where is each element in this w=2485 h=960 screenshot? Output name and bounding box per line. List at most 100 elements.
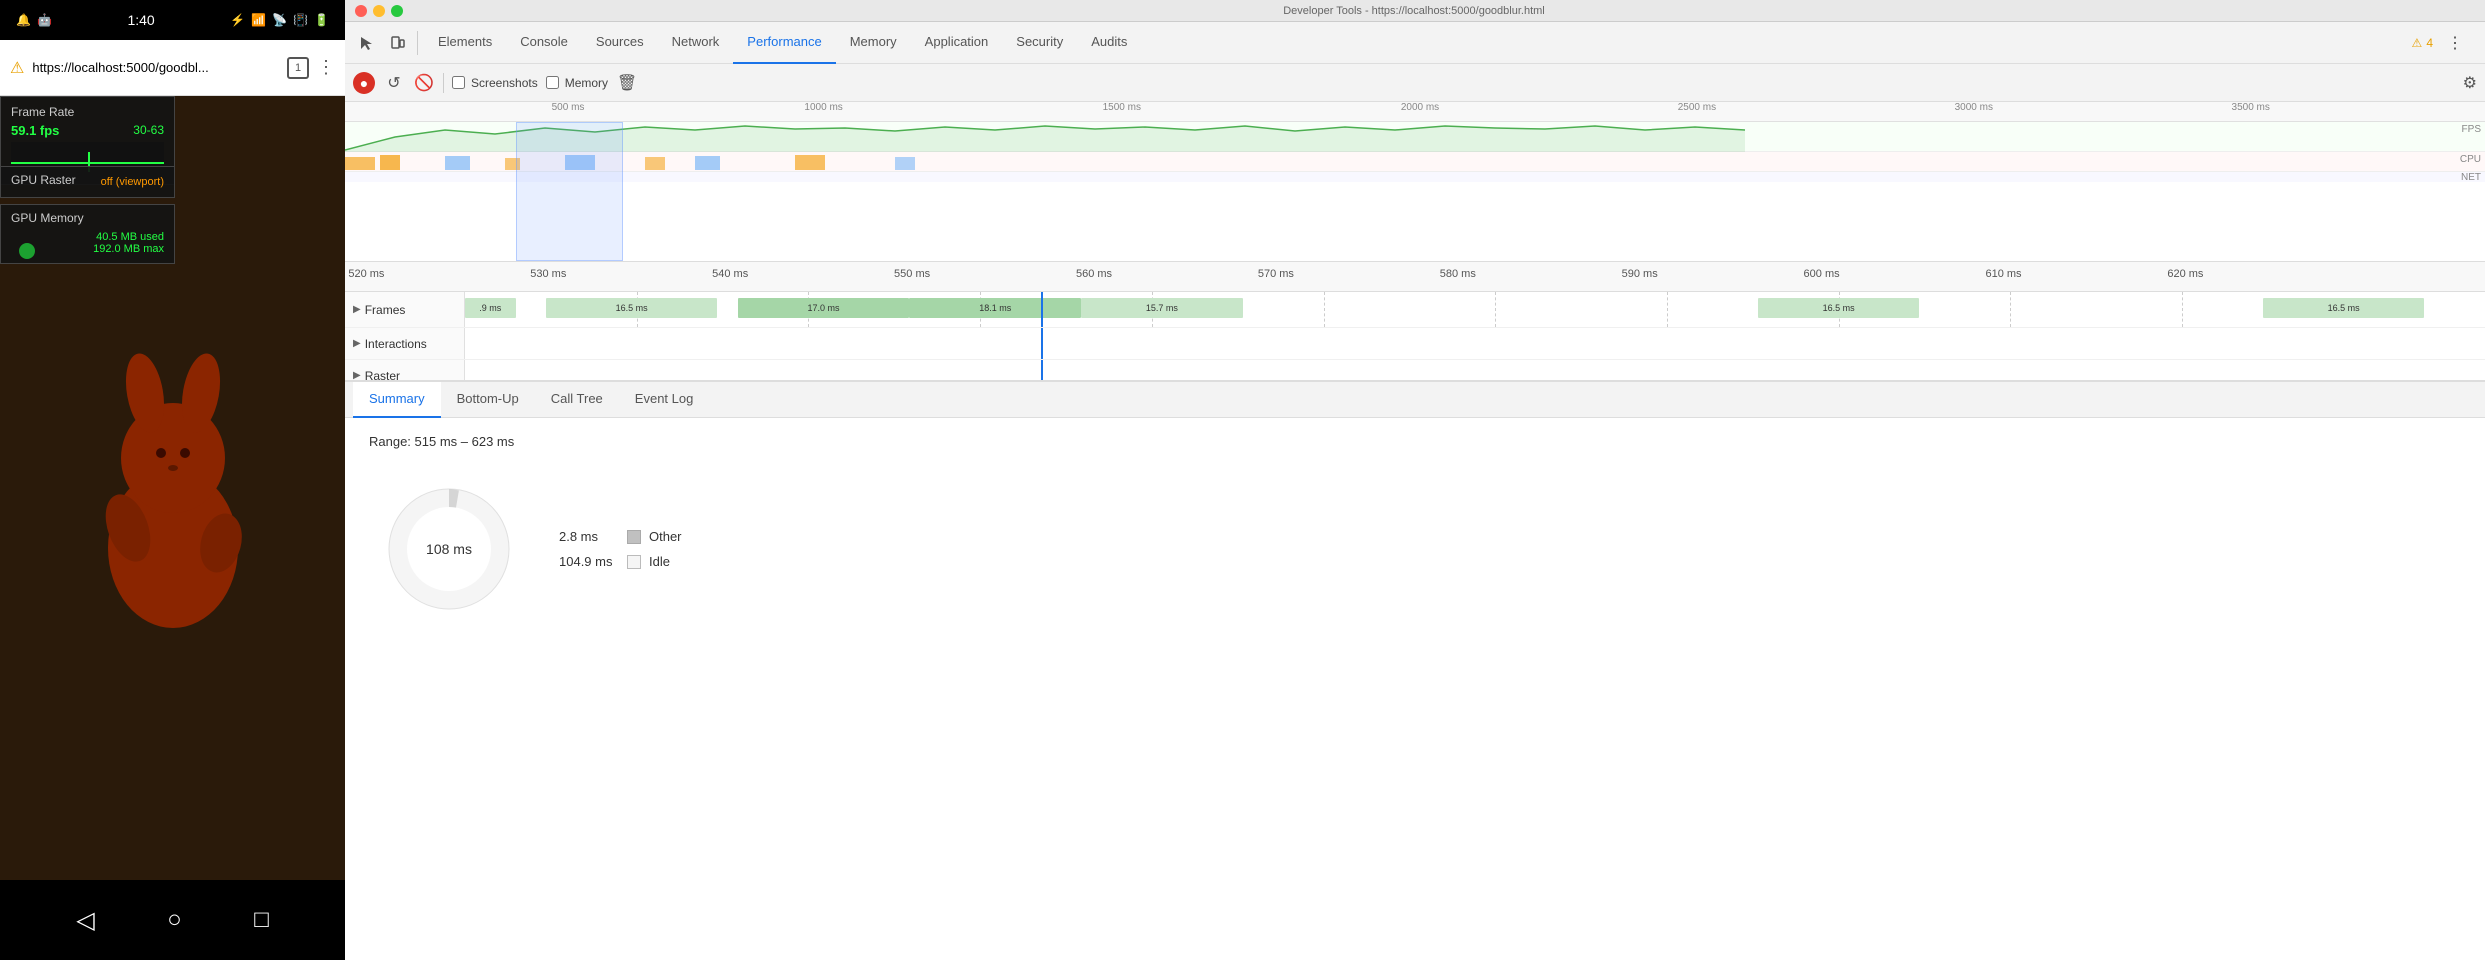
frame-block-4[interactable]: 18.1 ms [909, 298, 1081, 318]
android-icon: 🤖 [37, 13, 52, 27]
frames-expand-icon[interactable]: ▶ [353, 304, 361, 315]
frame-block-7[interactable]: 16.5 ms [2263, 298, 2425, 318]
devtools-panel: Developer Tools - https://localhost:5000… [345, 0, 2485, 960]
detail-ruler-labels: 520 ms 530 ms 540 ms 550 ms 560 ms 570 m… [345, 262, 2485, 291]
devtools-toolbar: Elements Console Sources Network Perform… [345, 22, 2485, 64]
nfc-icon: 📳 [293, 13, 308, 27]
other-swatch [627, 530, 641, 544]
ruler-label-1500: 1500 ms [1103, 102, 1141, 113]
recents-button[interactable]: □ [254, 906, 269, 934]
other-label: Other [649, 529, 682, 544]
summary-content: Range: 515 ms – 623 ms [369, 434, 2461, 629]
interactions-cursor [1041, 328, 1043, 359]
timeline-selection[interactable] [516, 122, 623, 261]
ruler-label-3000: 3000 ms [1955, 102, 1993, 113]
tab-memory[interactable]: Memory [836, 22, 911, 64]
ruler-label-2500: 2500 ms [1678, 102, 1716, 113]
tab-event-log[interactable]: Event Log [619, 382, 710, 418]
ruler-label-3500: 3500 ms [2232, 102, 2270, 113]
frame-block-2[interactable]: 16.5 ms [546, 298, 718, 318]
detail-label-520: 520 ms [348, 268, 384, 280]
tab-elements[interactable]: Elements [424, 22, 506, 64]
interactions-expand-icon[interactable]: ▶ [353, 338, 361, 349]
detail-label-560: 560 ms [1076, 268, 1112, 280]
tab-call-tree[interactable]: Call Tree [535, 382, 619, 418]
screenshots-checkbox-group[interactable]: Screenshots [452, 76, 538, 90]
phone-url[interactable]: https://localhost:5000/goodbl... [32, 60, 279, 75]
legend-item-idle: 104.9 ms Idle [559, 554, 682, 569]
phone-address-bar: ⚠ https://localhost:5000/goodbl... 1 ⋮ [0, 40, 345, 96]
pie-chart: 108 ms [369, 469, 529, 629]
net-track: NET [345, 172, 2485, 182]
tab-console[interactable]: Console [506, 22, 582, 64]
tab-application[interactable]: Application [911, 22, 1003, 64]
memory-label: Memory [565, 76, 608, 90]
raster-expand-icon[interactable]: ▶ [353, 370, 361, 380]
tab-bottom-up[interactable]: Bottom-Up [441, 382, 535, 418]
phone-nav-bar: ◁ ○ □ [0, 880, 345, 960]
maximize-traffic-light[interactable] [391, 5, 403, 17]
memory-checkbox[interactable] [546, 76, 559, 89]
reload-record-button[interactable]: ↺ [383, 72, 405, 94]
bluetooth-icon: ⚡ [230, 13, 245, 27]
interactions-track-row: ▶ Interactions [345, 328, 2485, 360]
grid-line-5 [1324, 292, 1325, 327]
device-mode-button[interactable] [383, 29, 411, 57]
clear-button[interactable]: 🚫 [413, 72, 435, 94]
perf-toolbar: ● ↺ 🚫 Screenshots Memory 🗑 ⚙ [345, 64, 2485, 102]
home-button[interactable]: ○ [167, 906, 182, 934]
frame-block-5[interactable]: 15.7 ms [1081, 298, 1243, 318]
minimize-traffic-light[interactable] [373, 5, 385, 17]
ruler-label-2000: 2000 ms [1401, 102, 1439, 113]
gpu-raster-status: off (viewport) [101, 176, 164, 188]
detail-label-530: 530 ms [530, 268, 566, 280]
devtools-titlebar: Developer Tools - https://localhost:5000… [345, 0, 2485, 22]
frame-block-3[interactable]: 17.0 ms [738, 298, 910, 318]
notification-icon: 🔔 [16, 13, 31, 27]
pie-container: 108 ms 2.8 ms Other 104.9 ms [369, 469, 2461, 629]
timeline-ruler: 500 ms 1000 ms 1500 ms 2000 ms 2500 ms 3… [345, 102, 2485, 122]
net-track-label: NET [2461, 172, 2481, 183]
detail-timeline: 520 ms 530 ms 540 ms 550 ms 560 ms 570 m… [345, 262, 2485, 380]
warning-count: 4 [2426, 36, 2433, 50]
frame-block-1[interactable]: .9 ms [465, 298, 516, 318]
idle-value: 104.9 ms [559, 554, 619, 569]
bottom-tabs: Summary Bottom-Up Call Tree Event Log [345, 382, 2485, 418]
perf-settings-button[interactable]: ⚙ [2463, 73, 2477, 93]
bunny-image [73, 313, 273, 663]
tab-sources[interactable]: Sources [582, 22, 658, 64]
dock-button[interactable]: ⋮ [2441, 29, 2469, 57]
tab-summary[interactable]: Summary [353, 382, 441, 418]
pie-legend: 2.8 ms Other 104.9 ms Idle [559, 529, 682, 569]
gpu-memory-overlay: GPU Memory 40.5 MB used 192.0 MB max [0, 204, 175, 264]
phone-viewport: Frame Rate 59.1 fps 30-63 GPU Raster off… [0, 96, 345, 880]
toolbar-tabs: Elements Console Sources Network Perform… [424, 22, 2410, 64]
legend-item-other: 2.8 ms Other [559, 529, 682, 544]
gpu-raster-overlay: GPU Raster off (viewport) [0, 166, 175, 198]
phone-menu-button[interactable]: ⋮ [317, 57, 335, 78]
traffic-lights [355, 5, 403, 17]
fps-track: FPS [345, 122, 2485, 152]
grid-line-9 [2010, 292, 2011, 327]
close-traffic-light[interactable] [355, 5, 367, 17]
phone-tab-button[interactable]: 1 [287, 57, 309, 79]
memory-checkbox-group[interactable]: Memory [546, 76, 608, 90]
timeline-area: 500 ms 1000 ms 1500 ms 2000 ms 2500 ms 3… [345, 102, 2485, 262]
delete-button[interactable]: 🗑 [616, 72, 638, 94]
titlebar-text: Developer Tools - https://localhost:5000… [1283, 5, 1545, 17]
record-button[interactable]: ● [353, 72, 375, 94]
screenshots-checkbox[interactable] [452, 76, 465, 89]
gpu-memory-max: 192.0 MB max [93, 243, 164, 255]
detail-label-610: 610 ms [1985, 268, 2021, 280]
tab-audits[interactable]: Audits [1077, 22, 1141, 64]
tab-network[interactable]: Network [658, 22, 734, 64]
cursor-tool-button[interactable] [353, 29, 381, 57]
back-button[interactable]: ◁ [76, 906, 94, 935]
tab-security[interactable]: Security [1002, 22, 1077, 64]
tab-performance[interactable]: Performance [733, 22, 835, 64]
warning-badge: ⚠ 4 [2412, 36, 2433, 50]
raster-track-content [465, 360, 2485, 380]
ruler-label-1000: 1000 ms [804, 102, 842, 113]
phone-status-bar: 🔔 🤖 1:40 ⚡ 📶 📡 📳 🔋 [0, 0, 345, 40]
frame-block-6[interactable]: 16.5 ms [1758, 298, 1920, 318]
